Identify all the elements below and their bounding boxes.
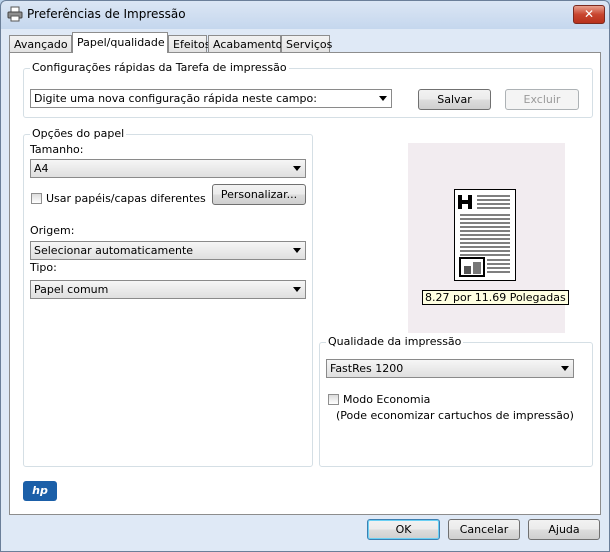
title-bar: Preferências de Impressão ✕ <box>1 1 609 27</box>
economode-note: (Pode economizar cartuchos de impressão) <box>336 409 574 422</box>
chevron-down-icon <box>293 166 301 171</box>
tab-services[interactable]: Serviços <box>281 35 332 52</box>
paper-size-select[interactable]: A4 <box>30 159 306 178</box>
printer-icon <box>7 6 23 22</box>
tab-panel: Configurações rápidas da Tarefa de impre… <box>9 52 601 515</box>
help-button[interactable]: Ajuda <box>528 519 600 540</box>
tab-paper-quality[interactable]: Papel/qualidade <box>72 32 168 53</box>
quick-settings-group: Configurações rápidas da Tarefa de impre… <box>23 61 593 118</box>
window-title: Preferências de Impressão <box>27 7 186 21</box>
tab-effects[interactable]: Efeitos <box>168 35 210 52</box>
page-dimensions: 8.27 por 11.69 Polegadas <box>422 290 569 305</box>
chevron-down-icon <box>293 287 301 292</box>
page-preview-icon <box>454 189 516 281</box>
custom-paper-label: Usar papéis/capas diferentes <box>46 192 206 205</box>
delete-button[interactable]: Excluir <box>505 89 579 110</box>
print-quality-label: Qualidade da impressão <box>326 335 464 348</box>
save-button[interactable]: Salvar <box>418 89 491 110</box>
customize-button[interactable]: Personalizar... <box>212 184 306 205</box>
hp-logo[interactable]: hp <box>23 481 57 501</box>
paper-type-select[interactable]: Papel comum <box>30 280 306 299</box>
quick-settings-value: Digite uma nova configuração rápida nest… <box>34 92 317 105</box>
type-label: Tipo: <box>30 261 57 274</box>
paper-type-value: Papel comum <box>34 283 109 296</box>
paper-options-label: Opções do papel <box>30 127 127 140</box>
economode-label: Modo Economia <box>343 393 431 406</box>
size-label: Tamanho: <box>30 143 84 156</box>
custom-paper-checkbox[interactable] <box>31 193 42 204</box>
quick-settings-combo[interactable]: Digite uma nova configuração rápida nest… <box>30 89 392 108</box>
chevron-down-icon <box>561 366 569 371</box>
cancel-button[interactable]: Cancelar <box>448 519 520 540</box>
paper-source-select[interactable]: Selecionar automaticamente <box>30 241 306 260</box>
economode-checkbox[interactable] <box>328 394 339 405</box>
quick-settings-label: Configurações rápidas da Tarefa de impre… <box>30 61 289 74</box>
print-quality-value: FastRes 1200 <box>330 362 404 375</box>
print-quality-group: Qualidade da impressão FastRes 1200 Modo… <box>319 335 593 467</box>
chevron-down-icon <box>293 248 301 253</box>
close-button[interactable]: ✕ <box>573 5 605 24</box>
page-preview: 8.27 por 11.69 Polegadas <box>408 143 569 333</box>
source-label: Origem: <box>30 224 75 237</box>
print-preferences-window: Preferências de Impressão ✕ Avançado Pap… <box>0 0 610 552</box>
tab-advanced[interactable]: Avançado <box>9 35 72 52</box>
document-preview-icon <box>458 195 510 277</box>
chevron-down-icon <box>379 96 387 101</box>
print-quality-select[interactable]: FastRes 1200 <box>326 359 574 378</box>
tab-finishing[interactable]: Acabamento <box>208 35 282 52</box>
ok-button[interactable]: OK <box>367 519 440 540</box>
paper-size-value: A4 <box>34 162 49 175</box>
paper-source-value: Selecionar automaticamente <box>34 244 194 257</box>
paper-options-group: Opções do papel Tamanho: A4 Usar papéis/… <box>23 127 313 467</box>
